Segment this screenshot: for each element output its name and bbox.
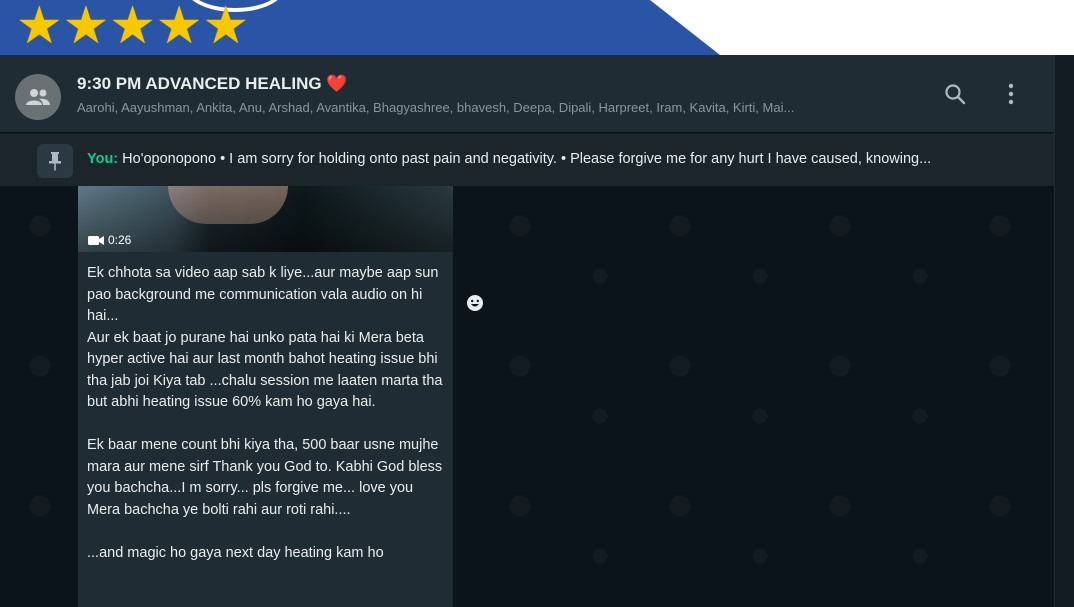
menu-button[interactable]: [997, 80, 1025, 108]
pinned-message-bar[interactable]: You: Ho'oponopono • I am sorry for holdi…: [0, 133, 1054, 187]
video-duration-label: 0:26: [108, 233, 132, 247]
video-overlay: [78, 186, 453, 252]
video-duration: 0:26: [88, 233, 131, 247]
pinned-message-text[interactable]: You: Ho'oponopono • I am sorry for holdi…: [87, 151, 1042, 167]
rating-stars: ★ ★ ★ ★ ★: [16, 0, 249, 52]
chat-title[interactable]: 9:30 PM ADVANCED HEALING ❤️: [77, 74, 348, 94]
star-icon: ★: [155, 0, 203, 55]
react-button[interactable]: [464, 292, 486, 314]
group-avatar-icon: [26, 89, 50, 105]
menu-icon: [1008, 83, 1014, 105]
pin-button[interactable]: [37, 144, 73, 178]
message-list[interactable]: 0:26 Ek chhota sa video aap sab k liye..…: [0, 186, 1054, 607]
star-icon: ★: [202, 0, 250, 55]
search-button[interactable]: [941, 80, 969, 108]
chat-participants[interactable]: Aarohi, Aayushman, Ankita, Anu, Arshad, …: [77, 100, 917, 115]
star-icon: ★: [62, 0, 110, 55]
scrollbar[interactable]: [1054, 55, 1074, 607]
pin-icon: [49, 152, 61, 171]
video-camera-icon: [88, 235, 104, 245]
star-icon: ★: [16, 0, 63, 55]
message-body: Ek chhota sa video aap sab k liye...aur …: [87, 265, 443, 561]
emoji-icon: [467, 295, 483, 311]
group-avatar[interactable]: [15, 74, 61, 120]
promo-banner: ★ ★ ★ ★ ★: [0, 0, 1074, 55]
star-icon: ★: [109, 0, 156, 55]
search-icon: [945, 84, 966, 105]
chat-window: 9:30 PM ADVANCED HEALING ❤️ Aarohi, Aayu…: [0, 55, 1054, 607]
video-thumbnail[interactable]: 0:26: [78, 186, 453, 252]
chat-header[interactable]: 9:30 PM ADVANCED HEALING ❤️ Aarohi, Aayu…: [0, 55, 1054, 132]
pinned-sender: You:: [87, 151, 119, 167]
pinned-preview: Ho'oponopono • I am sorry for holding on…: [118, 151, 932, 167]
